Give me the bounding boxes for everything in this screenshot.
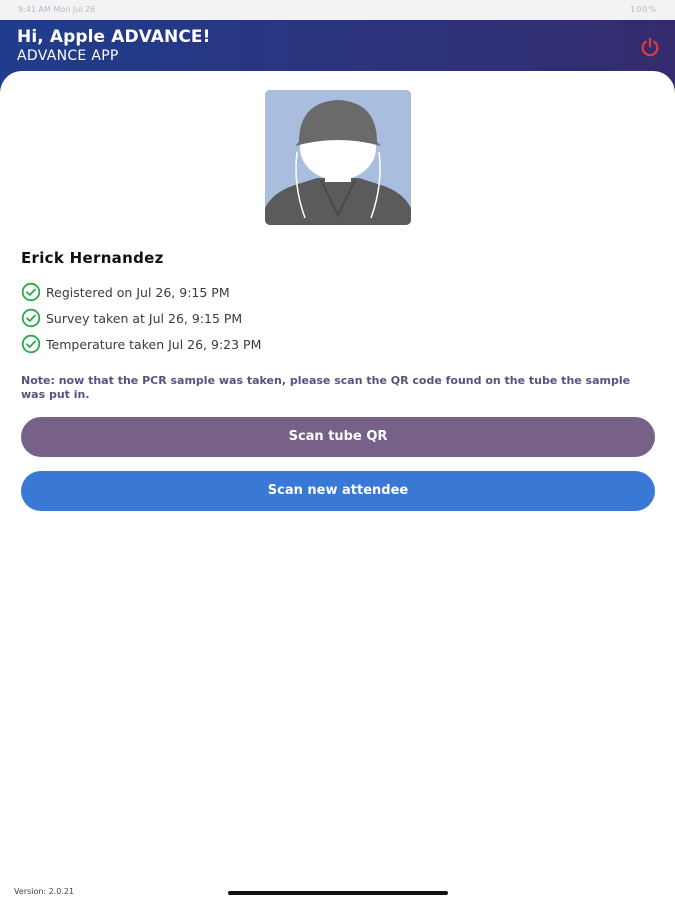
person-silhouette-icon (265, 90, 411, 225)
scan-new-attendee-button[interactable]: Scan new attendee (21, 471, 655, 511)
logout-button[interactable] (639, 36, 661, 58)
status-registered: Registered on Jul 26, 9:15 PM (21, 282, 230, 302)
status-label: Survey taken at Jul 26, 9:15 PM (46, 310, 243, 326)
content-card: Erick Hernandez Registered on Jul 26, 9:… (0, 71, 675, 900)
check-circle-icon (21, 308, 41, 328)
status-battery: 100% (630, 5, 657, 14)
app-subtitle: ADVANCE APP (17, 48, 119, 64)
power-icon (641, 37, 659, 57)
status-survey: Survey taken at Jul 26, 9:15 PM (21, 308, 242, 328)
greeting-title: Hi, Apple ADVANCE! (17, 27, 211, 47)
status-label: Temperature taken Jul 26, 9:23 PM (46, 336, 262, 352)
device-status-bar: 9:41 AM Mon Jul 26 100% (0, 0, 675, 20)
scan-tube-qr-button[interactable]: Scan tube QR (21, 417, 655, 457)
home-indicator[interactable] (228, 891, 448, 895)
app-screen: 9:41 AM Mon Jul 26 100% Hi, Apple ADVANC… (0, 0, 675, 900)
attendee-name: Erick Hernandez (21, 249, 164, 267)
status-label: Registered on Jul 26, 9:15 PM (46, 284, 230, 300)
check-circle-icon (21, 282, 41, 302)
avatar (265, 90, 411, 225)
instruction-note: Note: now that the PCR sample was taken,… (21, 374, 631, 401)
version-label: Version: 2.0.21 (14, 887, 75, 896)
status-temperature: Temperature taken Jul 26, 9:23 PM (21, 334, 261, 354)
status-time: 9:41 AM Mon Jul 26 (18, 5, 96, 14)
check-circle-icon (21, 334, 41, 354)
